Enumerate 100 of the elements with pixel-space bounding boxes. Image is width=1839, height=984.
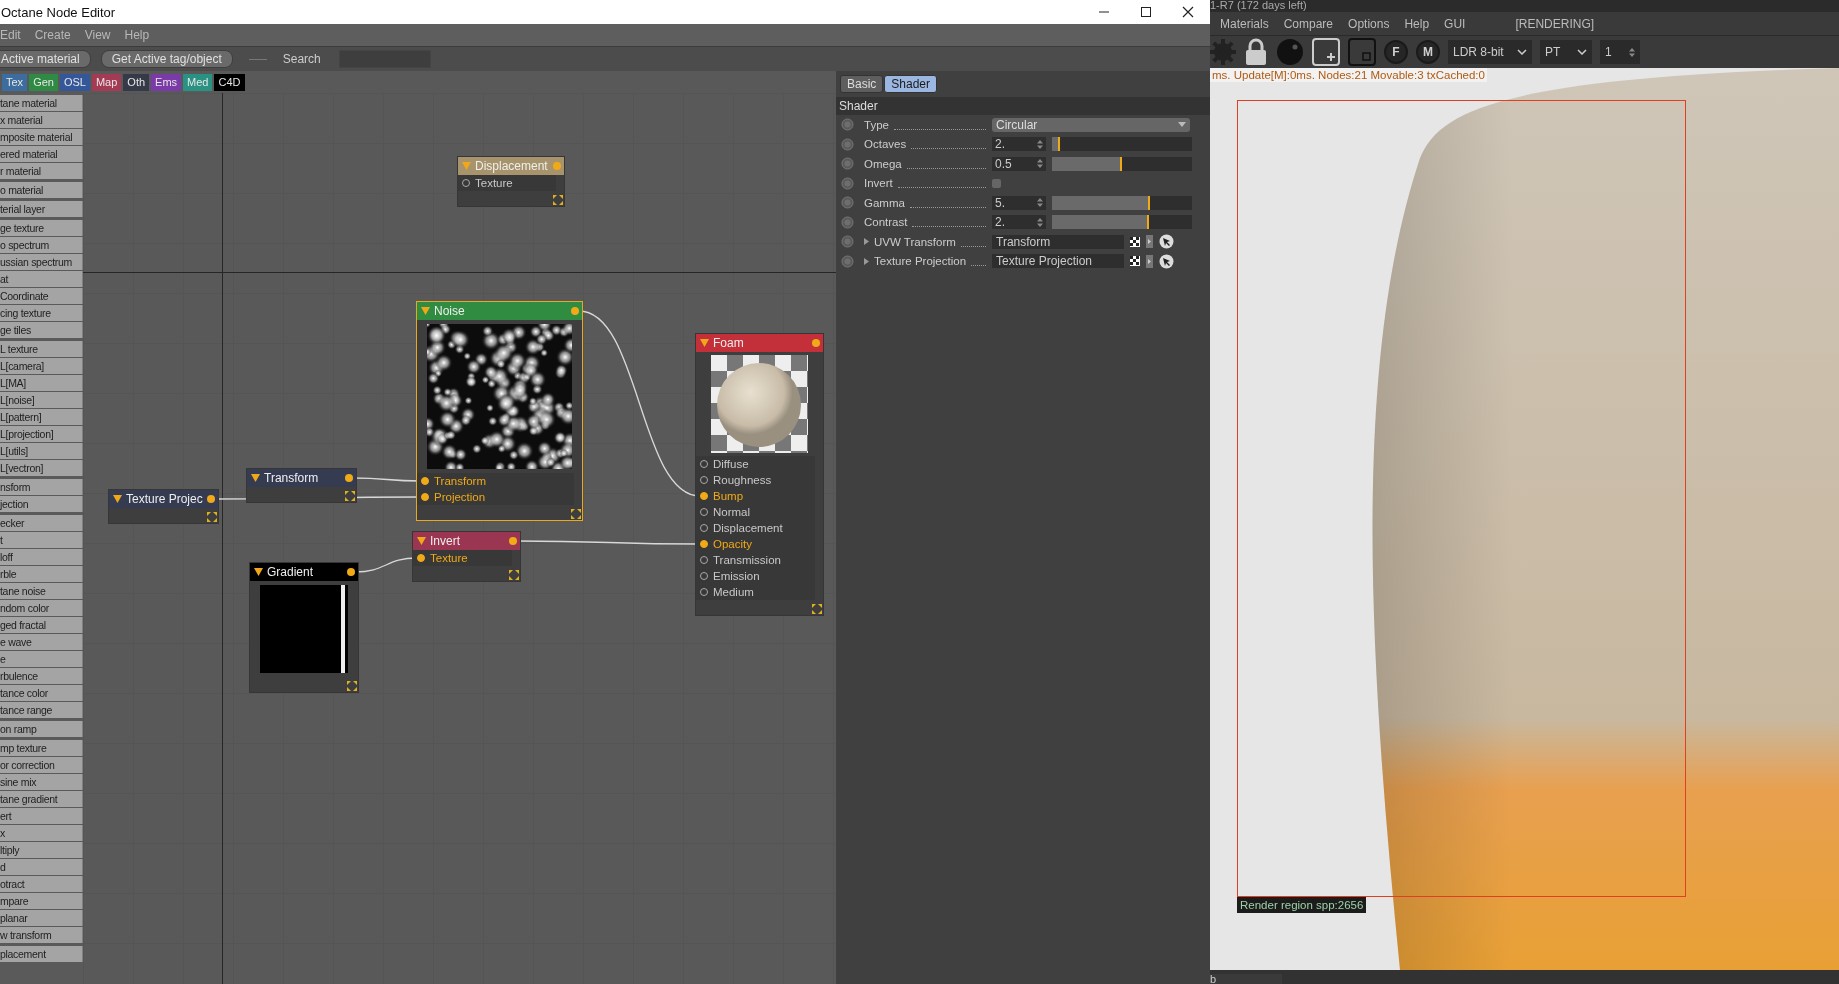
node-type-button[interactable]: jection xyxy=(0,496,83,512)
node-type-button[interactable]: nsform xyxy=(0,479,83,495)
input-port[interactable]: Texture xyxy=(413,550,512,566)
category-tab[interactable]: Ems xyxy=(151,73,182,91)
input-port[interactable]: Transform xyxy=(417,473,574,489)
slider-fill[interactable] xyxy=(1052,215,1149,230)
mode-select[interactable]: LDR 8-bit xyxy=(1448,40,1532,64)
input-port[interactable]: Medium xyxy=(696,584,815,600)
category-tab[interactable]: Tex xyxy=(2,73,28,91)
node-type-button[interactable]: ecker xyxy=(0,515,83,531)
node[interactable]: Invert Texture xyxy=(412,531,521,582)
number-field[interactable]: 1 xyxy=(1600,40,1640,64)
add-region-icon[interactable] xyxy=(1312,38,1340,66)
resize-icon[interactable] xyxy=(347,681,357,691)
resize-icon[interactable] xyxy=(509,570,519,580)
node[interactable]: Noise Transform Projection xyxy=(416,301,583,521)
node-type-button[interactable]: ndom color xyxy=(0,600,83,616)
chevron-icon[interactable] xyxy=(1577,49,1587,55)
expand-arrow-icon[interactable] xyxy=(864,238,869,246)
node-type-button[interactable]: L[utils] xyxy=(0,443,83,459)
node-type-button[interactable]: mposite material xyxy=(0,129,83,145)
collapse-triangle-icon[interactable] xyxy=(251,474,260,482)
node-type-button[interactable]: placement xyxy=(0,946,83,962)
spinner-icon[interactable] xyxy=(1037,159,1043,169)
pointer-icon[interactable] xyxy=(1159,234,1174,250)
node-canvas[interactable]: Displacement Texture Noise Transform Projection Foam Diffuse Roughness Bump Normal Displacement Opacity Transmission Emission Medium Transform Texture Projec Invert Texture Gradient xyxy=(83,93,836,984)
input-port[interactable]: Normal xyxy=(696,504,815,520)
spinner-icon[interactable] xyxy=(1629,47,1635,57)
input-port[interactable]: Opacity xyxy=(696,536,815,552)
input-port[interactable]: Transmission xyxy=(696,552,815,568)
category-tab[interactable]: Oth xyxy=(123,73,150,91)
node[interactable]: Displacement Texture xyxy=(457,156,565,207)
number-field[interactable]: 2. xyxy=(992,215,1046,230)
node-type-button[interactable]: L texture xyxy=(0,341,83,357)
keyframe-icon[interactable] xyxy=(841,254,854,268)
node-type-button[interactable]: Coordinate xyxy=(0,288,83,304)
node-type-button[interactable]: tane material xyxy=(0,95,83,111)
checker-icon[interactable] xyxy=(1130,256,1140,267)
node-type-button[interactable]: terial layer xyxy=(0,201,83,217)
toolbar-button[interactable]: Active material xyxy=(0,50,91,68)
node-type-button[interactable]: or correction xyxy=(0,757,83,773)
output-port[interactable] xyxy=(347,568,355,576)
lock-icon[interactable] xyxy=(1244,38,1268,66)
collapse-triangle-icon[interactable] xyxy=(113,495,122,503)
node-type-button[interactable]: x xyxy=(0,825,83,841)
node-type-button[interactable]: planar xyxy=(0,910,83,926)
node-type-button[interactable]: cing texture xyxy=(0,305,83,321)
category-tab[interactable]: Gen xyxy=(29,73,58,91)
node-type-button[interactable]: tane noise xyxy=(0,583,83,599)
resize-icon[interactable] xyxy=(553,195,563,205)
shader-link-field[interactable]: Texture Projection xyxy=(992,254,1124,269)
node-type-button[interactable]: rble xyxy=(0,566,83,582)
node[interactable]: Texture Projec xyxy=(108,489,219,524)
node-type-button[interactable]: tance color xyxy=(0,685,83,701)
node-type-button[interactable]: ge tiles xyxy=(0,322,83,338)
keyframe-icon[interactable] xyxy=(841,215,854,229)
node-type-button[interactable]: tance range xyxy=(0,702,83,718)
keyframe-icon[interactable] xyxy=(841,137,854,151)
node-type-button[interactable]: sine mix xyxy=(0,774,83,790)
node[interactable]: Transform xyxy=(246,468,357,503)
input-port[interactable]: Diffuse xyxy=(696,456,815,472)
pointer-icon[interactable] xyxy=(1159,253,1174,269)
slider-fill[interactable] xyxy=(1052,156,1122,171)
node-type-button[interactable]: ert xyxy=(0,808,83,824)
node-header[interactable]: Gradient xyxy=(250,563,358,581)
output-port[interactable] xyxy=(207,495,215,503)
chevron-icon[interactable] xyxy=(1517,49,1527,55)
keyframe-icon[interactable] xyxy=(841,157,854,171)
node-type-button[interactable]: on ramp xyxy=(0,721,83,737)
spinner-icon[interactable] xyxy=(1037,198,1043,208)
keyframe-icon[interactable] xyxy=(841,118,854,132)
number-field[interactable]: 0.5 xyxy=(992,156,1046,171)
node-header[interactable]: Texture Projec xyxy=(109,490,218,508)
toolbar-button[interactable]: Get Active tag/object xyxy=(100,50,233,68)
expand-arrow-icon[interactable] xyxy=(864,257,869,265)
input-port[interactable]: Bump xyxy=(696,488,815,504)
node-type-button[interactable]: e xyxy=(0,651,83,667)
node-type-button[interactable]: tane gradient xyxy=(0,791,83,807)
node-type-button[interactable]: x material xyxy=(0,112,83,128)
node-type-button[interactable]: mp texture xyxy=(0,740,83,756)
spinner-icon[interactable] xyxy=(1037,139,1043,149)
input-port[interactable]: Displacement xyxy=(696,520,815,536)
node-type-button[interactable]: e wave xyxy=(0,634,83,650)
mode-select[interactable]: PT xyxy=(1540,40,1592,64)
node-type-button[interactable]: t xyxy=(0,532,83,548)
node-type-button[interactable]: ussian spectrum xyxy=(0,254,83,270)
node-type-button[interactable]: ge texture xyxy=(0,220,83,236)
node-type-button[interactable]: r material xyxy=(0,163,83,179)
node[interactable]: Gradient xyxy=(249,562,359,693)
panel-tab[interactable]: Shader xyxy=(884,75,938,93)
menu-item[interactable]: GUI xyxy=(1444,16,1466,31)
render-region-frame[interactable] xyxy=(1237,100,1686,897)
close-icon[interactable] xyxy=(1182,6,1194,18)
slider-track[interactable] xyxy=(1052,156,1192,171)
category-tab[interactable]: C4D xyxy=(214,73,245,91)
pin-icon[interactable]: M xyxy=(1416,40,1440,64)
resize-icon[interactable] xyxy=(207,512,217,522)
caret-icon[interactable] xyxy=(1178,122,1186,128)
node-type-button[interactable]: ged fractal xyxy=(0,617,83,633)
checkbox[interactable] xyxy=(992,178,1001,188)
